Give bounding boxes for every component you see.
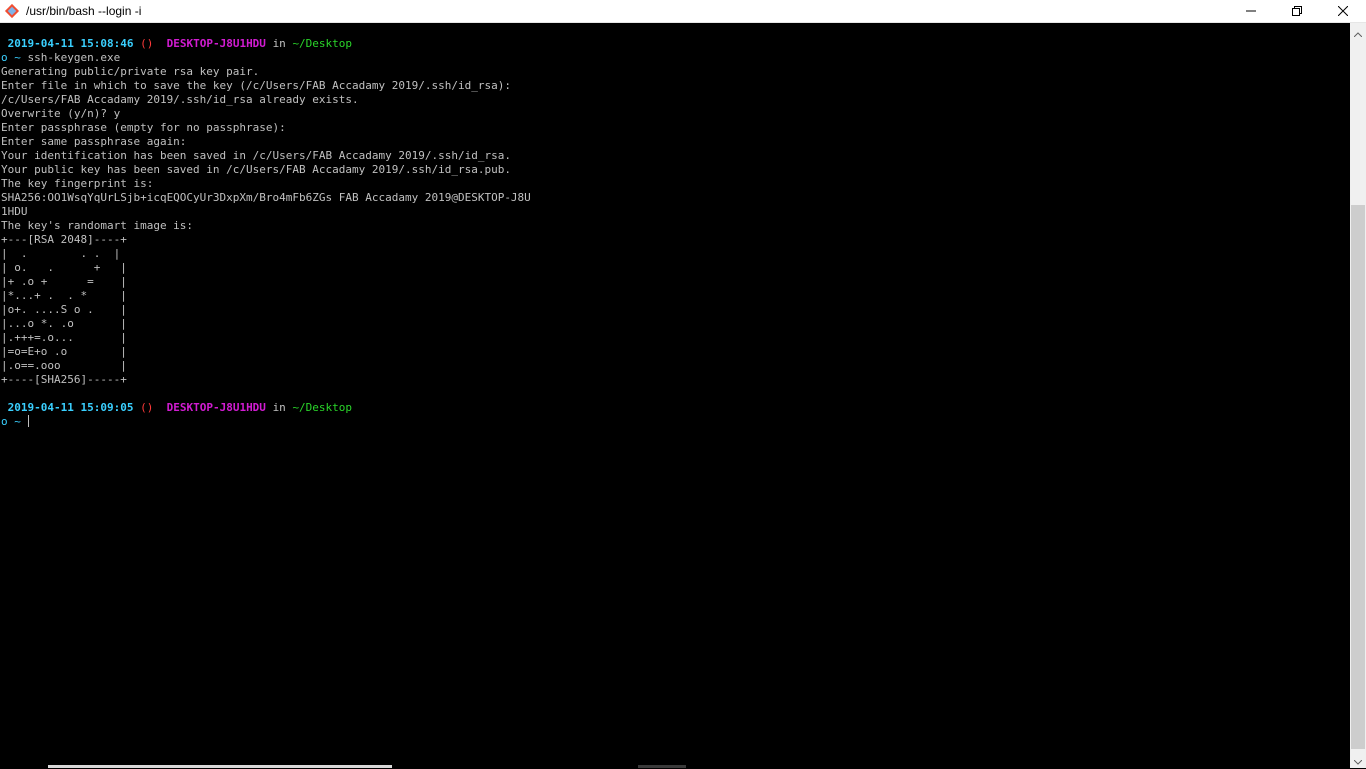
randomart-line: | o. . + | — [1, 261, 127, 274]
prompt-char: o ~ — [1, 51, 21, 64]
output-line: Generating public/private rsa key pair. — [1, 65, 260, 78]
randomart-line: +----[SHA256]-----+ — [1, 373, 127, 386]
close-icon — [1338, 6, 1348, 16]
prompt-hostname: DESKTOP-J8U1HDU — [166, 401, 266, 414]
terminal-output[interactable]: 2019-04-11 15:08:46 () DESKTOP-J8U1HDU i… — [0, 23, 1350, 768]
output-line: The key fingerprint is: — [1, 177, 154, 190]
randomart-line: |*...+ . . * | — [1, 289, 127, 302]
output-line: SHA256:OO1WsqYqUrLSjb+icqEQOCyUr3DxpXm/B… — [1, 191, 531, 204]
terminal-lines: 2019-04-11 15:08:46 () DESKTOP-J8U1HDU i… — [1, 37, 531, 429]
scroll-down-button[interactable] — [1350, 751, 1366, 768]
git-branch-symbol: () — [140, 37, 154, 50]
output-line: Enter same passphrase again: — [1, 135, 187, 148]
window-title: /usr/bin/bash --login -i — [26, 4, 142, 18]
scroll-up-button[interactable] — [1350, 23, 1366, 40]
output-line: 1HDU — [1, 205, 28, 218]
chevron-down-icon — [1353, 750, 1363, 769]
output-line: Enter file in which to save the key (/c/… — [1, 79, 511, 92]
command-text: ssh-keygen.exe — [27, 51, 121, 64]
output-line: Your public key has been saved in /c/Use… — [1, 163, 511, 176]
git-branch-symbol: () — [140, 401, 154, 414]
prompt-in: in — [272, 401, 286, 414]
randomart-line: |.+++=.o... | — [1, 331, 127, 344]
prompt-timestamp: 2019-04-11 15:09:05 — [7, 401, 134, 414]
randomart-line: |+ .o + = | — [1, 275, 127, 288]
minimize-button[interactable] — [1228, 0, 1274, 23]
prompt-line-2: 2019-04-11 15:09:05 () DESKTOP-J8U1HDU i… — [1, 401, 531, 415]
randomart-line: |.o==.ooo | — [1, 359, 127, 372]
prompt-timestamp: 2019-04-11 15:08:46 — [7, 37, 134, 50]
text-cursor — [27, 415, 29, 427]
prompt-in: in — [272, 37, 286, 50]
minimize-icon — [1246, 6, 1256, 16]
chevron-up-icon — [1353, 22, 1363, 41]
scroll-thumb[interactable] — [1351, 205, 1365, 749]
output-line: The key's randomart image is: — [1, 219, 194, 232]
randomart-line: | . . . | — [1, 247, 121, 260]
randomart-line: |o+. ....S o . | — [1, 303, 127, 316]
prompt-char: o ~ — [1, 415, 21, 428]
randomart-line: +---[RSA 2048]----+ — [1, 233, 127, 246]
vertical-scrollbar[interactable] — [1350, 23, 1366, 768]
command-line-2[interactable]: o ~ — [1, 415, 531, 429]
prompt-hostname: DESKTOP-J8U1HDU — [166, 37, 266, 50]
randomart-line: |...o *. .o | — [1, 317, 127, 330]
close-button[interactable] — [1320, 0, 1366, 23]
prompt-path: ~/Desktop — [292, 401, 353, 414]
git-bash-icon — [4, 3, 20, 19]
randomart-line: |=o=E+o .o | — [1, 345, 127, 358]
prompt-path: ~/Desktop — [292, 37, 353, 50]
output-line: Overwrite (y/n)? y — [1, 107, 121, 120]
output-line: Enter passphrase (empty for no passphras… — [1, 121, 286, 134]
prompt-line-1: 2019-04-11 15:08:46 () DESKTOP-J8U1HDU i… — [1, 37, 531, 51]
output-line: Your identification has been saved in /c… — [1, 149, 511, 162]
output-line: /c/Users/FAB Accadamy 2019/.ssh/id_rsa a… — [1, 93, 359, 106]
command-line-1: o ~ ssh-keygen.exe — [1, 51, 531, 65]
title-bar: /usr/bin/bash --login -i — [0, 0, 1366, 23]
restore-icon — [1292, 6, 1302, 16]
restore-button[interactable] — [1274, 0, 1320, 23]
